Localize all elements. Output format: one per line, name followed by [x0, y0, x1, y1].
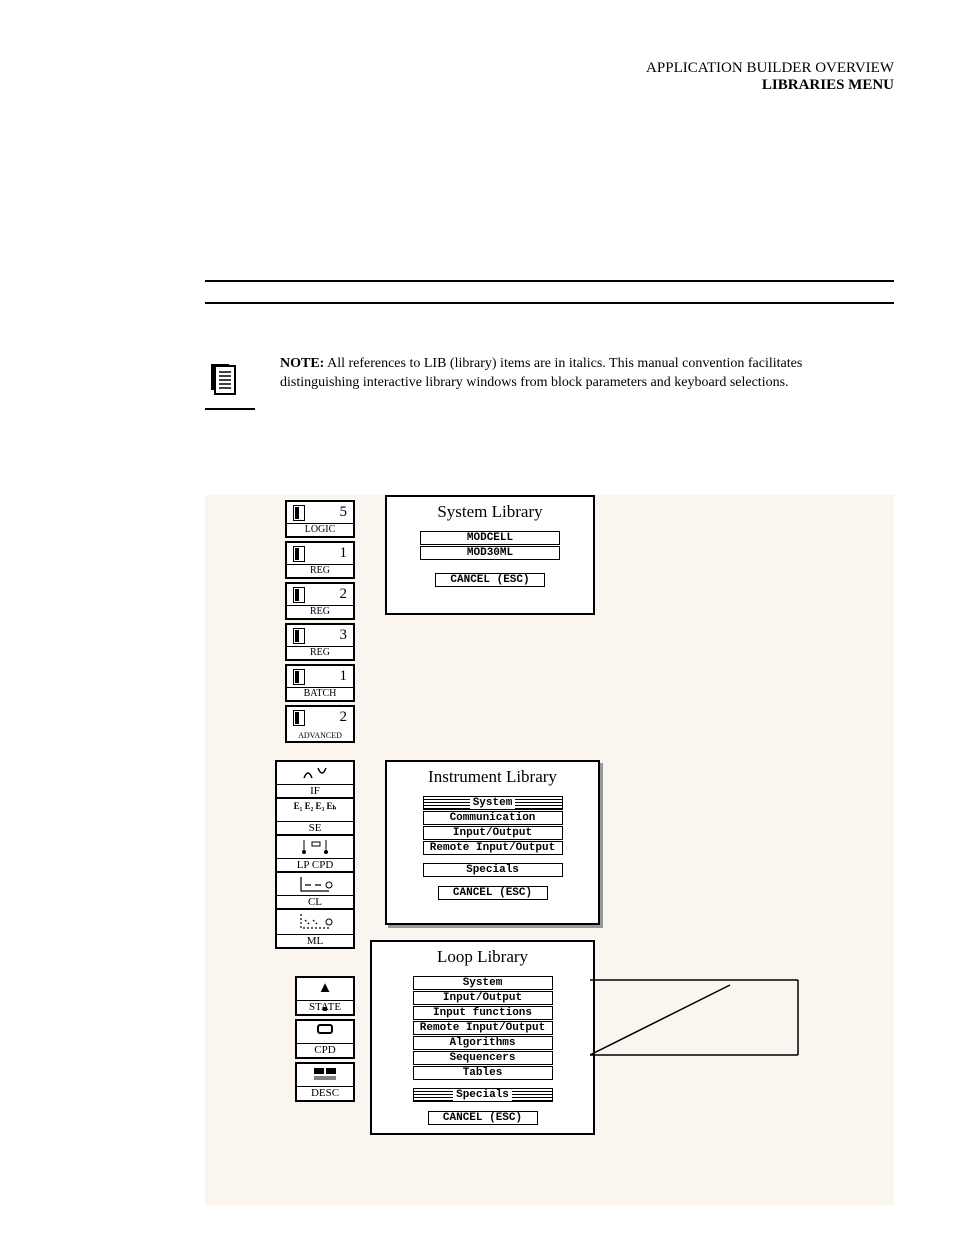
block-icon [293, 669, 305, 685]
note-icon [205, 360, 255, 410]
loop-library-panel: Loop Library System Input/Output Input f… [370, 940, 595, 1135]
if-icon [277, 762, 353, 786]
page-header: APPLICATION BUILDER OVERVIEW LIBRARIES M… [646, 60, 894, 94]
tool-reg-3[interactable]: 3 REG [285, 623, 355, 661]
block-icon [293, 546, 305, 562]
tool-cl[interactable]: CL [277, 873, 353, 910]
loop-lib-tables[interactable]: Tables [413, 1066, 553, 1080]
system-lib-mod30ml[interactable]: MOD30ML [420, 546, 560, 560]
system-lib-modcell[interactable]: MODCELL [420, 531, 560, 545]
instrument-library-panel: Instrument Library System Communication … [385, 760, 600, 925]
loop-lib-specials[interactable]: Specials [413, 1088, 553, 1102]
instrument-lib-specials[interactable]: Specials [423, 863, 563, 877]
lpcpd-icon [277, 836, 353, 860]
tool-reg-1[interactable]: 1 REG [285, 541, 355, 579]
block-icon [293, 587, 305, 603]
system-library-title: System Library [387, 497, 593, 530]
connector-lines [590, 975, 850, 1060]
instrument-lib-communication[interactable]: Communication [423, 811, 563, 825]
loop-library-title: Loop Library [372, 942, 593, 975]
section-header [205, 280, 894, 316]
note-body: All references to LIB (library) items ar… [280, 356, 802, 390]
loop-lib-sequencers[interactable]: Sequencers [413, 1051, 553, 1065]
tool-desc[interactable]: DESC [295, 1062, 355, 1102]
toolbar-column-2: IF E₁ E₂ E₃ Eₕ SE LP CPD CL ML [275, 760, 355, 949]
loop-lib-input-functions[interactable]: Input functions [413, 1006, 553, 1020]
tool-lpcpd[interactable]: LP CPD [277, 836, 353, 873]
loop-lib-algorithms[interactable]: Algorithms [413, 1036, 553, 1050]
tool-se[interactable]: E₁ E₂ E₃ Eₕ SE [277, 799, 353, 836]
desc-icon [297, 1064, 353, 1087]
instrument-lib-io[interactable]: Input/Output [423, 826, 563, 840]
block-icon [293, 710, 305, 726]
header-line2: LIBRARIES MENU [646, 77, 894, 94]
content-area: 5 LOGIC 1 REG 2 REG 3 REG 1 BATCH 2 ADVA… [205, 495, 894, 1205]
tool-ml[interactable]: ML [277, 910, 353, 947]
note-label: NOTE: [280, 356, 324, 371]
loop-lib-cancel[interactable]: CANCEL (ESC) [428, 1111, 538, 1125]
tool-cpd[interactable]: CPD [295, 1019, 355, 1059]
loop-lib-system[interactable]: System [413, 976, 553, 990]
cpd-icon [297, 1021, 353, 1040]
note-text: NOTE: All references to LIB (library) it… [280, 355, 884, 393]
system-library-panel: System Library MODCELL MOD30ML CANCEL (E… [385, 495, 595, 615]
tool-advanced[interactable]: 2 ADVANCED [285, 705, 355, 743]
instrument-lib-remote-io[interactable]: Remote Input/Output [423, 841, 563, 855]
instrument-lib-cancel[interactable]: CANCEL (ESC) [438, 886, 548, 900]
block-icon [293, 505, 305, 521]
loop-lib-io[interactable]: Input/Output [413, 991, 553, 1005]
instrument-library-title: Instrument Library [387, 762, 598, 795]
loop-lib-remote-io[interactable]: Remote Input/Output [413, 1021, 553, 1035]
tool-state[interactable]: ▲▄ STATE [295, 976, 355, 1016]
block-icon [293, 628, 305, 644]
tool-batch[interactable]: 1 BATCH [285, 664, 355, 702]
tool-if[interactable]: IF [277, 762, 353, 799]
toolbar-column-3: ▲▄ STATE CPD DESC [295, 976, 355, 1105]
instrument-lib-system[interactable]: System [423, 796, 563, 810]
tool-reg-2[interactable]: 2 REG [285, 582, 355, 620]
header-line1: APPLICATION BUILDER OVERVIEW [646, 60, 894, 77]
system-lib-cancel[interactable]: CANCEL (ESC) [435, 573, 545, 587]
tool-logic[interactable]: 5 LOGIC [285, 500, 355, 538]
toolbar-column-1: 5 LOGIC 1 REG 2 REG 3 REG 1 BATCH 2 ADVA… [285, 500, 355, 746]
ml-icon [277, 910, 353, 936]
